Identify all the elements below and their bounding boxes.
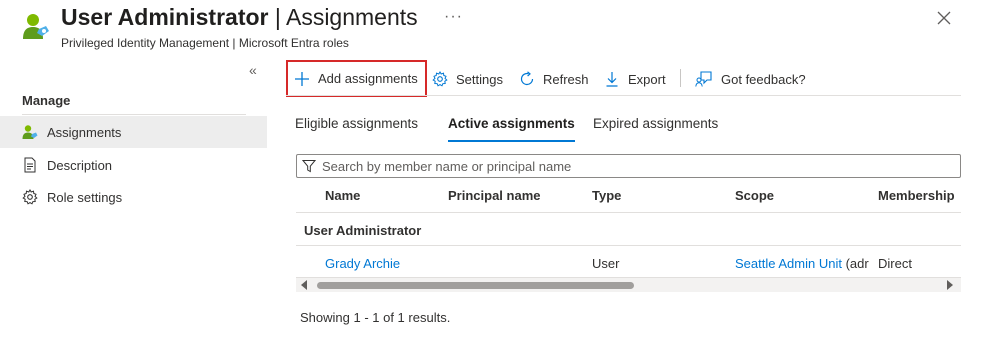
- scrollbar-thumb[interactable]: [317, 282, 634, 289]
- tab-active-assignments[interactable]: Active assignments: [439, 110, 584, 142]
- feedback-button[interactable]: Got feedback?: [695, 62, 806, 96]
- refresh-label: Refresh: [543, 71, 589, 87]
- horizontal-scrollbar[interactable]: [296, 278, 961, 292]
- sidebar-section-label: Manage: [22, 93, 71, 108]
- export-button[interactable]: Export: [604, 62, 666, 96]
- more-options-button[interactable]: ···: [444, 8, 463, 26]
- page-subtitle: Privileged Identity Management | Microso…: [61, 36, 349, 50]
- column-header-type[interactable]: Type: [592, 188, 621, 203]
- column-header-scope[interactable]: Scope: [735, 188, 774, 203]
- sidebar-item-description[interactable]: Description: [0, 149, 267, 181]
- group-header: User Administrator: [304, 223, 422, 238]
- download-icon: [606, 72, 618, 87]
- results-count: Showing 1 - 1 of 1 results.: [300, 310, 451, 325]
- page-title-separator: |: [268, 4, 286, 30]
- tab-eligible-assignments[interactable]: Eligible assignments: [286, 110, 427, 137]
- refresh-icon: [520, 71, 534, 86]
- scope-link[interactable]: Seattle Admin Unit: [735, 256, 842, 271]
- divider: [286, 95, 961, 96]
- column-header-name[interactable]: Name: [325, 188, 360, 203]
- search-input[interactable]: [322, 158, 922, 174]
- column-header-principal-name[interactable]: Principal name: [448, 188, 540, 203]
- scope-suffix: (adr: [841, 256, 869, 271]
- document-icon: [24, 157, 36, 173]
- scroll-right-icon[interactable]: [947, 280, 953, 290]
- sidebar: « Manage Assignments Description Role se…: [0, 56, 268, 358]
- gear-icon: [432, 71, 448, 87]
- membership-cell: Direct: [878, 256, 912, 271]
- settings-label: Settings: [456, 71, 503, 87]
- sidebar-item-label: Role settings: [47, 189, 123, 205]
- collapse-sidebar-button[interactable]: «: [249, 62, 257, 78]
- sidebar-item-assignments[interactable]: Assignments: [0, 116, 267, 148]
- scroll-left-icon[interactable]: [301, 280, 307, 290]
- export-label: Export: [628, 71, 666, 87]
- sidebar-item-label: Description: [47, 157, 113, 173]
- sidebar-item-label: Assignments: [47, 124, 122, 140]
- tab-expired-assignments[interactable]: Expired assignments: [584, 110, 727, 137]
- user-role-icon: [23, 14, 49, 39]
- add-assignments-label: Add assignments: [318, 71, 418, 86]
- close-icon[interactable]: [936, 10, 952, 26]
- search-box: [296, 154, 961, 178]
- toolbar-divider: [680, 69, 681, 87]
- member-name-link[interactable]: Grady Archie: [325, 256, 400, 271]
- users-icon: [22, 125, 38, 139]
- command-bar: Add assignments Settings Refresh Export …: [286, 60, 961, 97]
- page-header: User Administrator | Assignments ··· Pri…: [0, 0, 981, 56]
- settings-button[interactable]: Settings: [432, 62, 503, 96]
- feedback-icon: [695, 71, 712, 87]
- filter-icon: [302, 160, 316, 173]
- column-header-membership[interactable]: Membership: [878, 188, 955, 203]
- refresh-button[interactable]: Refresh: [519, 62, 589, 96]
- type-cell: User: [592, 256, 620, 271]
- divider: [296, 245, 961, 246]
- page-title: User Administrator | Assignments: [61, 4, 418, 31]
- plus-icon: [295, 71, 309, 86]
- page-title-section: Assignments: [285, 4, 418, 30]
- page-title-role: User Administrator: [61, 4, 269, 30]
- scope-cell: Seattle Admin Unit (adr: [735, 256, 873, 271]
- add-assignments-button[interactable]: Add assignments: [286, 60, 427, 97]
- feedback-label: Got feedback?: [721, 71, 806, 87]
- divider: [22, 114, 246, 115]
- gear-icon: [22, 189, 38, 205]
- divider: [296, 212, 961, 213]
- sidebar-item-role-settings[interactable]: Role settings: [0, 181, 267, 213]
